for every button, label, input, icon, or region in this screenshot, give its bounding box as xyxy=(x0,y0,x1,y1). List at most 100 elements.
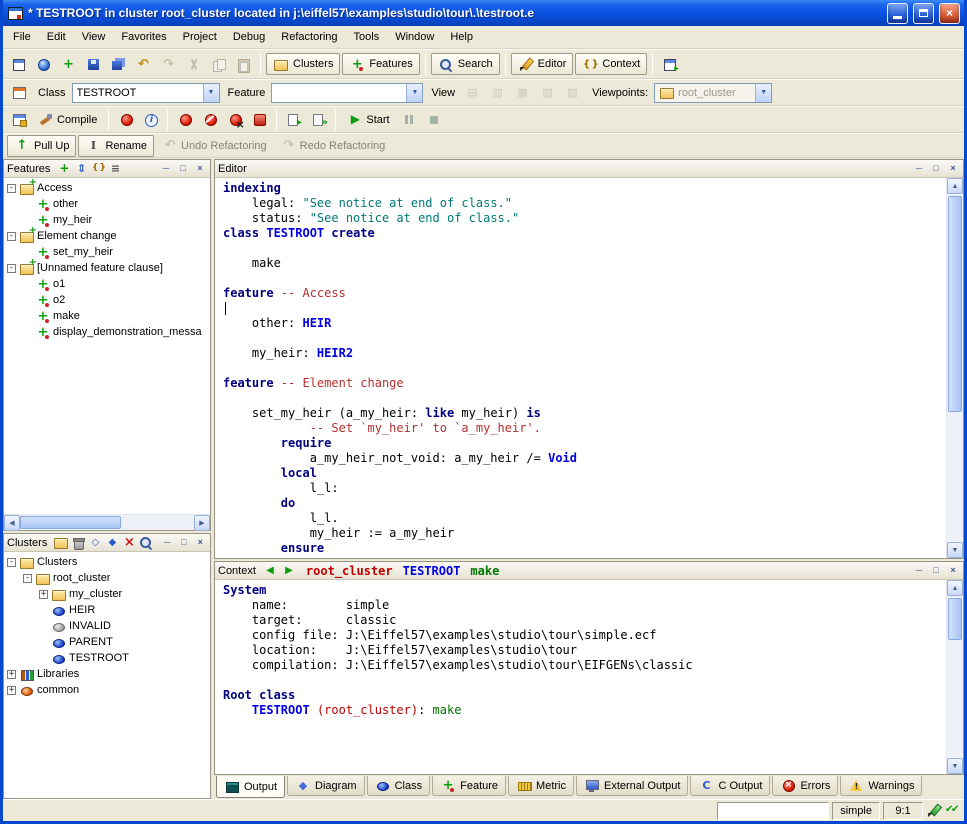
tree-expander-icon[interactable]: - xyxy=(7,184,16,193)
feature-item-unnamed-feature-clause[interactable]: -[Unnamed feature clause] xyxy=(4,260,210,276)
editor-panel-header[interactable]: Editor ─ □ × xyxy=(215,160,963,178)
features-hscrollbar[interactable]: ◀ ▶ xyxy=(4,514,210,530)
red-x-icon[interactable] xyxy=(121,535,137,550)
save-all-button[interactable] xyxy=(107,53,130,75)
feature-combo[interactable]: ▼ xyxy=(271,83,423,103)
dropdown-arrow-icon[interactable]: ▼ xyxy=(406,84,422,102)
restore-button[interactable] xyxy=(913,3,934,24)
viewpoints-combo[interactable]: root_cluster▼ xyxy=(654,83,772,103)
panel-maximize-button[interactable]: □ xyxy=(929,162,943,175)
scroll-right-icon[interactable]: ▶ xyxy=(194,515,210,531)
tab-errors[interactable]: Errors xyxy=(772,776,838,796)
cluster-item-testroot[interactable]: TESTROOT xyxy=(4,650,210,666)
cluster-item-clusters[interactable]: -Clusters xyxy=(4,554,210,570)
context-toggle[interactable]: Context xyxy=(575,53,647,75)
tab-external-output[interactable]: External Output xyxy=(576,776,688,796)
panel-close-button[interactable]: × xyxy=(946,162,960,175)
folder-icon[interactable] xyxy=(53,535,69,550)
panel-maximize-button[interactable]: □ xyxy=(929,564,943,577)
compile-button[interactable]: Compile xyxy=(32,109,103,131)
list-icon[interactable] xyxy=(107,161,123,176)
vscroll-track[interactable] xyxy=(947,596,963,758)
menu-debug[interactable]: Debug xyxy=(225,28,273,46)
feature-item-element-change[interactable]: -Element change xyxy=(4,228,210,244)
undo-button[interactable] xyxy=(132,53,155,75)
clusters-panel-header[interactable]: Clusters ─ □ × xyxy=(4,534,210,552)
open-button[interactable] xyxy=(32,53,55,75)
menu-view[interactable]: View xyxy=(74,28,114,46)
cluster-item-common[interactable]: +common xyxy=(4,682,210,698)
context-output[interactable]: System name: simple target: classic conf… xyxy=(215,580,946,774)
tab-metric[interactable]: Metric xyxy=(508,776,574,796)
editor-toggle[interactable]: Editor xyxy=(511,53,574,75)
scroll-down-icon[interactable]: ▼ xyxy=(947,758,963,774)
disable-breakpoints-button[interactable] xyxy=(198,109,221,131)
tab-warnings[interactable]: Warnings xyxy=(840,776,922,796)
menu-refactoring[interactable]: Refactoring xyxy=(273,28,345,46)
feature-item-access[interactable]: -Access xyxy=(4,180,210,196)
magnifier-icon[interactable] xyxy=(138,535,154,550)
plus-icon[interactable] xyxy=(56,161,72,176)
panel-close-button[interactable]: × xyxy=(946,564,960,577)
close-button[interactable]: × xyxy=(939,3,960,24)
panel-minimize-button[interactable]: ─ xyxy=(159,162,173,175)
tree-expander-icon[interactable]: - xyxy=(7,264,16,273)
context-crumb-class[interactable]: TESTROOT xyxy=(403,564,461,578)
exception-handling-button[interactable] xyxy=(248,109,271,131)
cluster-item-root-cluster[interactable]: -root_cluster xyxy=(4,570,210,586)
external-commands-button[interactable] xyxy=(658,53,681,75)
compile-tool-button[interactable] xyxy=(7,109,30,131)
editor-vscrollbar[interactable]: ▲ ▼ xyxy=(946,178,963,558)
feature-item-make[interactable]: make xyxy=(4,308,210,324)
freeze-button[interactable] xyxy=(114,109,137,131)
panel-minimize-button[interactable]: ─ xyxy=(912,162,926,175)
panel-close-button[interactable]: × xyxy=(193,536,207,549)
tree-expander-icon[interactable]: + xyxy=(7,686,16,695)
clusters-toggle[interactable]: Clusters xyxy=(266,53,340,75)
tree-expander-icon[interactable]: - xyxy=(23,574,32,583)
navigate-back-icon[interactable] xyxy=(262,563,278,578)
tree-expander-icon[interactable]: - xyxy=(7,558,16,567)
menu-favorites[interactable]: Favorites xyxy=(113,28,174,46)
enable-breakpoints-button[interactable] xyxy=(173,109,196,131)
remove-breakpoints-button[interactable] xyxy=(223,109,246,131)
hscroll-thumb[interactable] xyxy=(20,516,121,529)
tree-expander-icon[interactable]: + xyxy=(39,590,48,599)
updown-icon[interactable] xyxy=(73,161,89,176)
features-toggle[interactable]: Features xyxy=(342,53,419,75)
cluster-item-heir[interactable]: HEIR xyxy=(4,602,210,618)
context-panel-header[interactable]: Context root_clusterTESTROOTmake ─ □ × xyxy=(215,562,963,580)
menu-edit[interactable]: Edit xyxy=(39,28,74,46)
feature-item-display-demonstration-messa[interactable]: display_demonstration_messa xyxy=(4,324,210,340)
editor-vscroll-thumb[interactable] xyxy=(948,196,962,412)
diamond-outline-icon[interactable] xyxy=(87,535,103,550)
panel-minimize-button[interactable]: ─ xyxy=(912,564,926,577)
panel-maximize-button[interactable]: □ xyxy=(176,162,190,175)
braces-icon[interactable] xyxy=(90,161,106,176)
scroll-left-icon[interactable]: ◀ xyxy=(4,515,20,531)
features-panel-header[interactable]: Features ─ □ × xyxy=(4,160,210,178)
status-input-field[interactable] xyxy=(717,802,829,820)
class-combo[interactable]: TESTROOT▼ xyxy=(72,83,220,103)
trash-icon[interactable] xyxy=(70,535,86,550)
menu-tools[interactable]: Tools xyxy=(346,28,388,46)
start-button[interactable]: Start xyxy=(341,109,395,131)
new-class-button[interactable] xyxy=(57,53,80,75)
tree-expander-icon[interactable]: - xyxy=(7,232,16,241)
menu-file[interactable]: File xyxy=(5,28,39,46)
tree-expander-icon[interactable]: + xyxy=(7,670,16,679)
tab-c-output[interactable]: C Output xyxy=(690,776,770,796)
rename-button[interactable]: Rename xyxy=(78,135,154,157)
navigate-forward-icon[interactable] xyxy=(281,563,297,578)
hscroll-track[interactable] xyxy=(20,515,194,530)
scroll-down-icon[interactable]: ▼ xyxy=(947,542,963,558)
new-window-button[interactable] xyxy=(7,53,30,75)
step-into-button[interactable] xyxy=(282,109,305,131)
class-tool-button[interactable] xyxy=(7,82,30,104)
cluster-item-libraries[interactable]: +Libraries xyxy=(4,666,210,682)
panel-maximize-button[interactable]: □ xyxy=(177,536,191,549)
diamond-icon[interactable] xyxy=(104,535,120,550)
feature-item-o2[interactable]: o2 xyxy=(4,292,210,308)
scroll-up-icon[interactable]: ▲ xyxy=(947,178,963,194)
context-vscroll-thumb[interactable] xyxy=(948,598,962,640)
